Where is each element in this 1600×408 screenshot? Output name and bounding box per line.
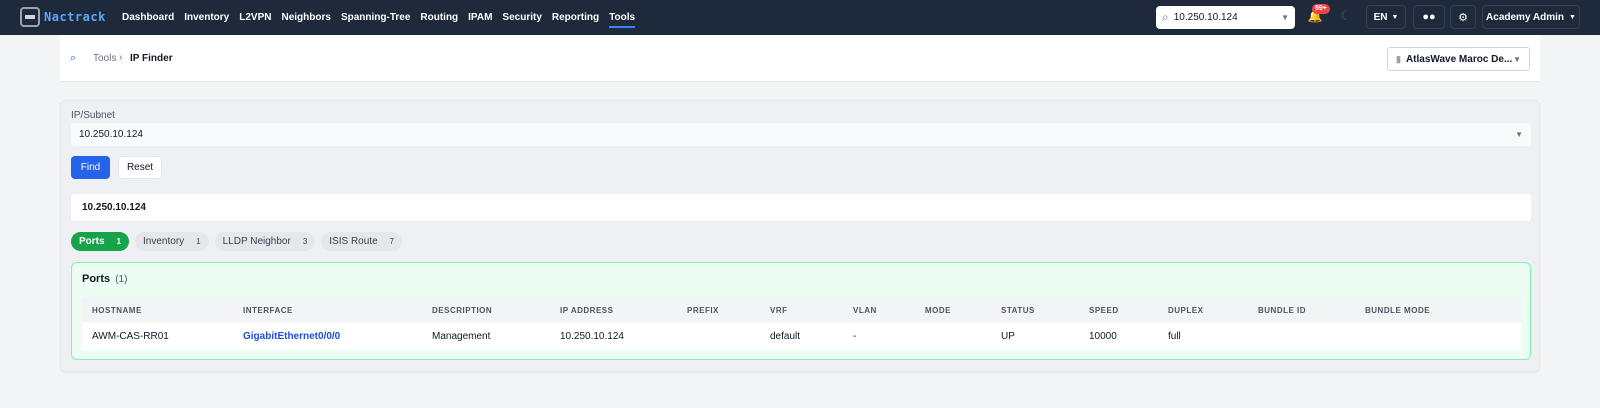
breadcrumb-tools[interactable]: Tools xyxy=(93,53,116,64)
nav-l2vpn[interactable]: L2VPN xyxy=(239,10,271,25)
cell-duplex: full xyxy=(1168,331,1181,342)
assistant-button[interactable]: ●● xyxy=(1413,5,1445,29)
chevron-down-icon: ▼ xyxy=(1513,54,1521,64)
tab-lldp-neighbor[interactable]: LLDP Neighbor 3 xyxy=(214,232,316,251)
logo-text: Nactrack xyxy=(44,10,106,24)
tab-label: LLDP Neighbor xyxy=(222,236,291,247)
search-icon: ⌕ xyxy=(1162,10,1169,24)
search-icon: ⌕ xyxy=(70,52,77,64)
cell-description: Management xyxy=(432,331,491,342)
ip-subnet-value: 10.250.10.124 xyxy=(79,129,143,140)
nav-ipam[interactable]: IPAM xyxy=(468,10,492,25)
nav-inventory[interactable]: Inventory xyxy=(184,10,229,25)
ip-subnet-label: IP/Subnet xyxy=(71,110,115,121)
cell-speed: 10000 xyxy=(1089,331,1117,342)
app-logo[interactable]: Nactrack xyxy=(20,7,106,27)
results-title: Ports (1) xyxy=(82,273,127,285)
ip-finder-card: IP/Subnet 10.250.10.124 ▼ Find Reset 10.… xyxy=(60,100,1540,372)
language-label: EN xyxy=(1373,11,1388,23)
building-icon: ▮ xyxy=(1396,53,1401,64)
table-row: AWM-CAS-RR01 GigabitEthernet0/0/0 Manage… xyxy=(82,322,1521,350)
ports-results-panel: Ports (1) HOSTNAME INTERFACE DESCRIPTION… xyxy=(71,262,1531,360)
col-prefix[interactable]: PREFIX xyxy=(687,306,719,315)
chevron-down-icon: ▼ xyxy=(1569,13,1576,21)
tenant-selector[interactable]: ▮ AtlasWave Maroc De... ▼ xyxy=(1387,47,1530,71)
result-tabs: Ports 1 Inventory 1 LLDP Neighbor 3 ISIS… xyxy=(71,232,408,251)
page-title: IP Finder xyxy=(130,53,173,64)
tab-count: 1 xyxy=(116,237,122,246)
chevron-down-icon: ▼ xyxy=(1391,13,1399,21)
table-header: HOSTNAME INTERFACE DESCRIPTION IP ADDRES… xyxy=(82,298,1521,322)
tab-count: 3 xyxy=(302,237,308,246)
tab-count: 1 xyxy=(196,237,201,246)
col-bundle-id[interactable]: BUNDLE ID xyxy=(1258,306,1306,315)
chevron-down-icon: ▼ xyxy=(1515,130,1523,139)
col-vrf[interactable]: VRF xyxy=(770,306,788,315)
tab-label: ISIS Route xyxy=(329,236,378,247)
chevron-down-icon[interactable]: ▼ xyxy=(1281,13,1289,22)
col-status[interactable]: STATUS xyxy=(1001,306,1035,315)
cell-hostname: AWM-CAS-RR01 xyxy=(92,331,169,342)
gear-icon: ⚙ xyxy=(1458,11,1468,24)
reset-button[interactable]: Reset xyxy=(118,156,162,179)
results-title-text: Ports xyxy=(82,273,111,285)
nav-neighbors[interactable]: Neighbors xyxy=(281,10,330,25)
nav-routing[interactable]: Routing xyxy=(420,10,458,25)
moon-icon[interactable]: ☾ xyxy=(1340,8,1352,24)
nav-tools[interactable]: Tools xyxy=(609,10,635,28)
global-search[interactable]: ⌕ ▼ xyxy=(1156,6,1295,29)
col-hostname[interactable]: HOSTNAME xyxy=(92,306,142,315)
cell-status: UP xyxy=(1001,331,1015,342)
tab-isis-route[interactable]: ISIS Route 7 xyxy=(321,232,403,251)
tab-label: Inventory xyxy=(143,236,185,247)
user-menu[interactable]: Academy Admin ▼ xyxy=(1482,5,1580,29)
cell-vrf: default xyxy=(770,331,801,342)
col-speed[interactable]: SPEED xyxy=(1089,306,1119,315)
col-description[interactable]: DESCRIPTION xyxy=(432,306,492,315)
breadcrumb-bar: ⌕ Tools › IP Finder ▮ AtlasWave Maroc De… xyxy=(60,35,1540,82)
col-bundle-mode[interactable]: BUNDLE MODE xyxy=(1365,306,1430,315)
col-vlan[interactable]: VLAN xyxy=(853,306,877,315)
tab-inventory[interactable]: Inventory 1 xyxy=(135,232,209,251)
query-display: 10.250.10.124 xyxy=(71,194,1531,221)
col-mode[interactable]: MODE xyxy=(925,306,951,315)
notification-badge: 99+ xyxy=(1312,4,1330,14)
user-name: Academy Admin xyxy=(1486,11,1565,23)
col-interface[interactable]: INTERFACE xyxy=(243,306,293,315)
ip-subnet-select[interactable]: 10.250.10.124 ▼ xyxy=(71,123,1531,146)
tab-ports[interactable]: Ports 1 xyxy=(71,232,130,251)
chevron-right-icon: › xyxy=(119,52,123,63)
global-search-input[interactable] xyxy=(1173,12,1270,23)
settings-button[interactable]: ⚙ xyxy=(1450,5,1476,29)
tab-count: 7 xyxy=(389,237,395,246)
robot-icon: ●● xyxy=(1422,11,1436,23)
col-duplex[interactable]: DUPLEX xyxy=(1168,306,1203,315)
results-count: (1) xyxy=(115,274,128,285)
cell-vlan: - xyxy=(853,331,857,342)
cell-ip-address: 10.250.10.124 xyxy=(560,331,624,342)
tab-label: Ports xyxy=(79,236,105,247)
col-ip-address[interactable]: IP ADDRESS xyxy=(560,306,613,315)
find-button[interactable]: Find xyxy=(71,156,110,179)
nav-security[interactable]: Security xyxy=(502,10,541,25)
nav-spanning-tree[interactable]: Spanning-Tree xyxy=(341,10,410,25)
logo-icon xyxy=(20,7,40,27)
language-dropdown[interactable]: EN ▼ xyxy=(1366,5,1406,29)
cell-interface-link[interactable]: GigabitEthernet0/0/0 xyxy=(243,331,340,342)
main-nav: Dashboard Inventory L2VPN Neighbors Span… xyxy=(122,0,645,35)
nav-dashboard[interactable]: Dashboard xyxy=(122,10,174,25)
nav-reporting[interactable]: Reporting xyxy=(552,10,599,25)
tenant-label: AtlasWave Maroc De... xyxy=(1405,53,1513,65)
top-navbar: Nactrack Dashboard Inventory L2VPN Neigh… xyxy=(0,0,1600,35)
